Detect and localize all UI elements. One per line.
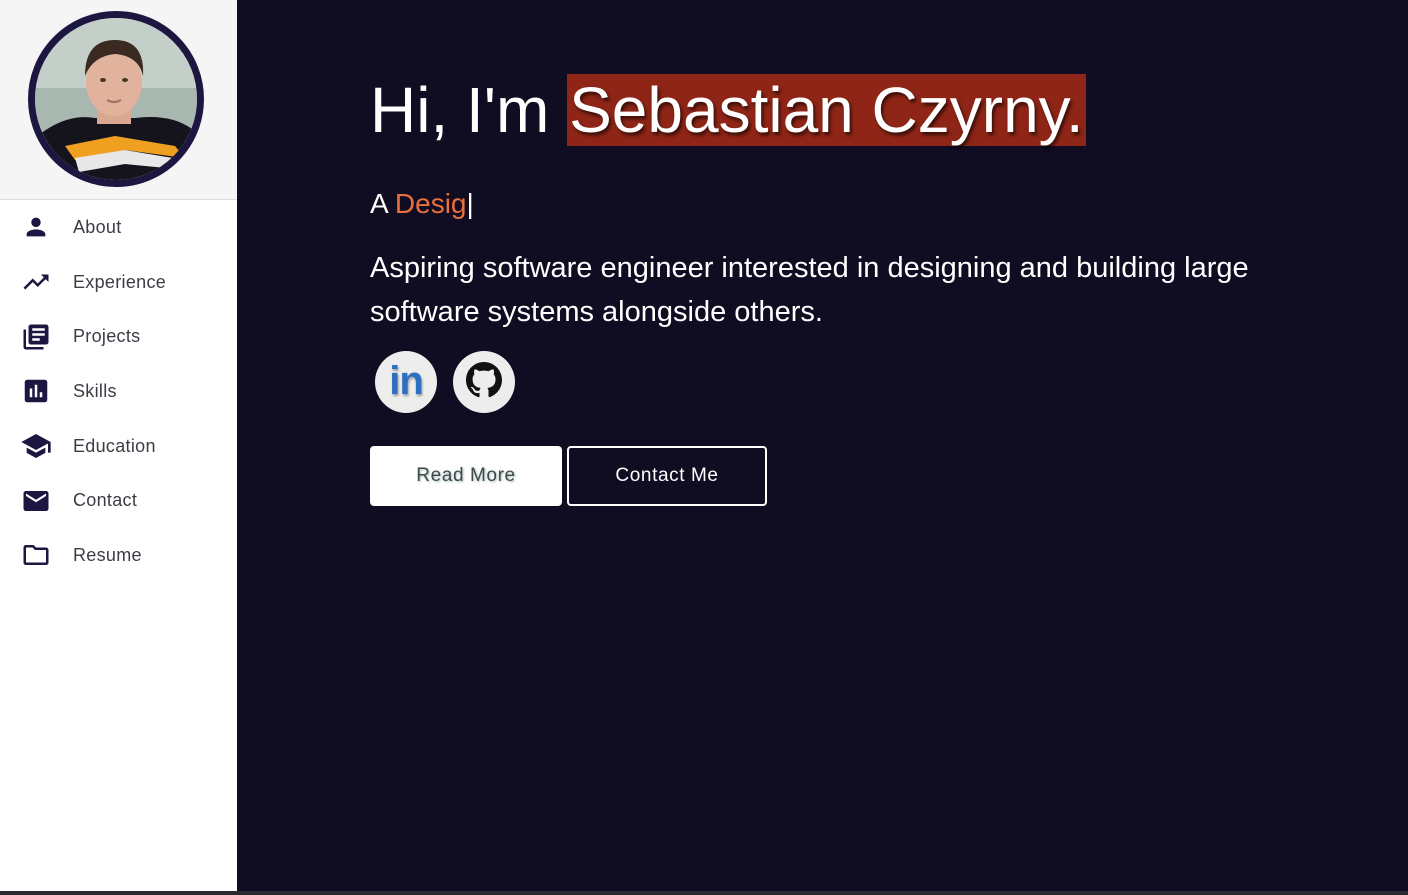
linkedin-icon: in: [389, 359, 424, 403]
trending-up-icon: [20, 266, 52, 298]
github-icon: [466, 361, 502, 403]
profile-avatar: [28, 11, 204, 187]
library-books-icon: [20, 321, 52, 353]
sidebar-item-label: Projects: [73, 326, 141, 347]
typing-prefix: A: [370, 188, 395, 219]
linkedin-button[interactable]: in: [375, 351, 437, 413]
typing-cursor: |: [466, 188, 474, 219]
person-icon: [20, 211, 52, 243]
sidebar-item-experience[interactable]: Experience: [0, 255, 237, 310]
tagline: Aspiring software engineer interested in…: [370, 252, 1249, 328]
sidebar-item-projects[interactable]: Projects: [0, 309, 237, 364]
sidebar-item-label: Contact: [73, 490, 138, 511]
bar-chart-icon: [20, 375, 52, 407]
sidebar-item-education[interactable]: Education: [0, 419, 237, 474]
typing-text: A Desig|: [370, 188, 474, 220]
sidebar-item-about[interactable]: About: [0, 200, 237, 255]
contact-me-button[interactable]: Contact Me: [567, 446, 767, 506]
read-more-button[interactable]: Read More: [370, 446, 562, 506]
name-highlight: Sebastian Czyrny.: [567, 74, 1086, 146]
page-title: Hi, I'm Sebastian Czyrny.: [370, 72, 1086, 148]
sidebar-item-label: About: [73, 216, 122, 237]
hero-section: Hi, I'm Sebastian Czyrny. A Desig| Aspir…: [237, 0, 1408, 891]
graduation-cap-icon: [20, 430, 52, 462]
sidebar-item-label: Skills: [73, 380, 117, 401]
sidebar-item-label: Experience: [73, 271, 167, 292]
bottom-bar: [0, 891, 1408, 895]
sidebar-item-contact[interactable]: Contact: [0, 473, 237, 528]
github-button[interactable]: [453, 351, 515, 413]
typing-word: Desig: [394, 188, 467, 219]
folder-icon: [20, 539, 52, 571]
sidebar-item-label: Education: [73, 435, 156, 456]
avatar-area: [0, 0, 237, 200]
greeting-text: Hi, I'm: [370, 74, 568, 146]
sidebar-nav: About Experience Projects Skills Educati…: [0, 200, 237, 583]
sidebar-item-skills[interactable]: Skills: [0, 364, 237, 419]
sidebar: About Experience Projects Skills Educati…: [0, 0, 237, 891]
mail-icon: [20, 485, 52, 517]
sidebar-item-label: Resume: [73, 544, 142, 565]
sidebar-item-resume[interactable]: Resume: [0, 528, 237, 583]
